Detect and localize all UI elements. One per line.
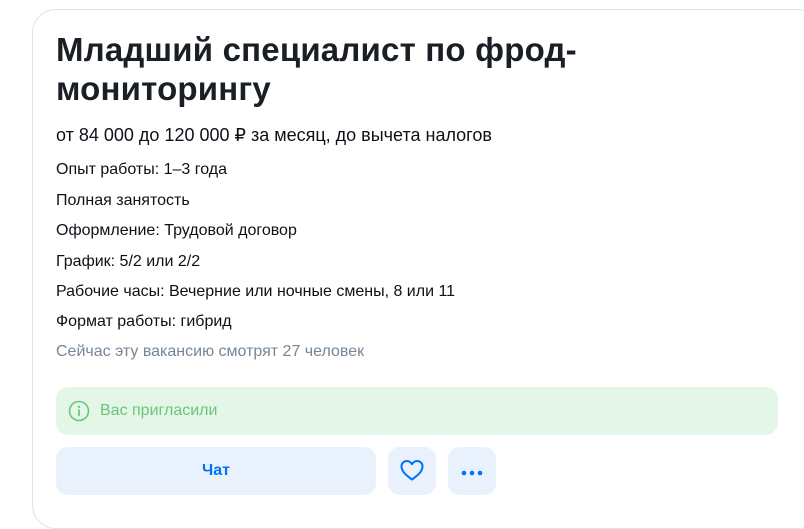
more-options-button[interactable] [448, 447, 496, 495]
vacancy-card: Младший специалист по фрод-мониторингу о… [32, 9, 804, 529]
chat-button[interactable]: Чат [56, 447, 376, 495]
fact-schedule: График: 5/2 или 2/2 [56, 253, 201, 270]
fact-employment: Полная занятость [56, 192, 190, 209]
viewers-count: Сейчас эту вакансию смотрят 27 человек [56, 343, 365, 360]
favorite-button[interactable] [388, 447, 436, 495]
info-icon [68, 400, 90, 422]
more-dots-icon [461, 464, 483, 479]
vacancy-title: Младший специалист по фрод-мониторингу [56, 31, 577, 107]
invited-status-banner: Вас пригласили [56, 387, 778, 435]
invited-status-label: Вас пригласили [100, 402, 218, 419]
fact-contract: Оформление: Трудовой договор [56, 222, 297, 239]
heart-icon [399, 458, 425, 485]
fact-experience: Опыт работы: 1–3 года [56, 161, 228, 178]
salary-text: от 84 000 до 120 000 ₽ за месяц, до выче… [56, 125, 492, 145]
fact-working-hours: Рабочие часы: Вечерние или ночные смены,… [56, 283, 456, 300]
fact-work-format: Формат работы: гибрид [56, 313, 232, 330]
